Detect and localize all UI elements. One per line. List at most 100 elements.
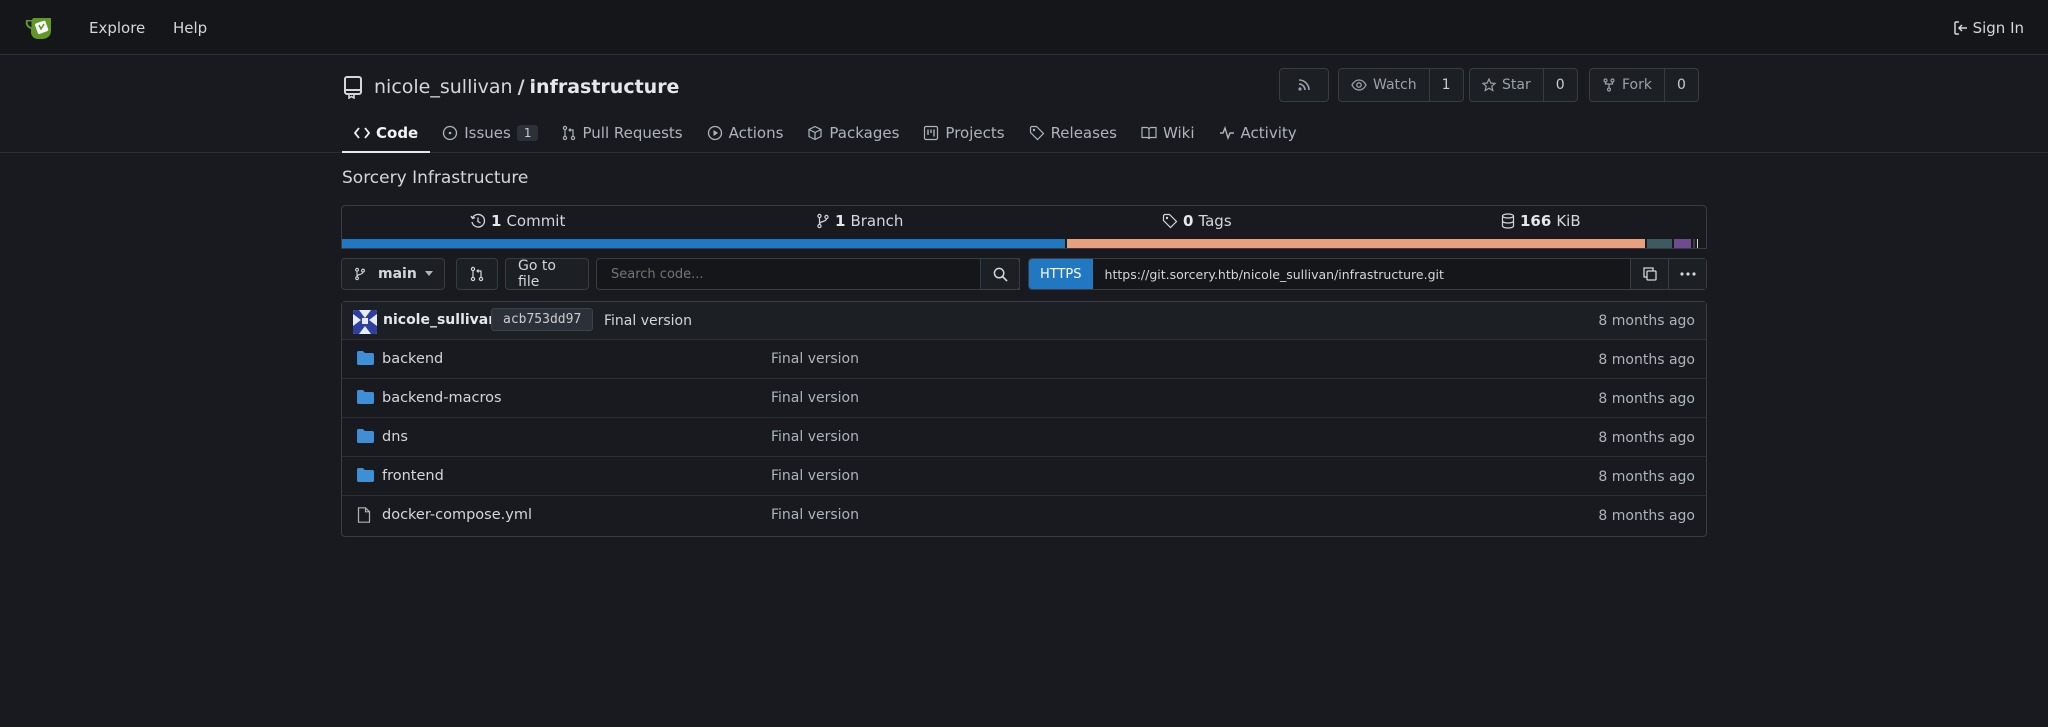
file-row[interactable]: docker-compose.yml Final version 8 month… xyxy=(342,496,1706,535)
file-name-link[interactable]: dns xyxy=(382,429,408,445)
file-commit-message[interactable]: Final version xyxy=(771,351,859,367)
search-code-input[interactable] xyxy=(596,258,1020,290)
file-commit-message[interactable]: Final version xyxy=(771,429,859,445)
commit-message-link[interactable]: Final version xyxy=(604,313,692,329)
copy-url-button[interactable] xyxy=(1630,259,1668,289)
file-row[interactable]: backend-macros Final version 8 months ag… xyxy=(342,379,1706,418)
star-icon xyxy=(1482,78,1496,92)
branch-selector[interactable]: main xyxy=(341,258,445,290)
tab-wiki[interactable]: Wiki xyxy=(1129,114,1207,151)
gitea-logo-icon[interactable] xyxy=(24,15,56,41)
commit-author-link[interactable]: nicole_sullivan xyxy=(383,312,498,328)
file-row[interactable]: dns Final version 8 months ago xyxy=(342,418,1706,457)
kebab-menu-icon xyxy=(1679,272,1696,276)
clone-url-field[interactable]: https://git.sorcery.htb/nicole_sullivan/… xyxy=(1093,267,1630,282)
tab-packages-label: Packages xyxy=(829,123,900,142)
folder-icon xyxy=(357,351,374,365)
star-label: Star xyxy=(1502,77,1531,93)
folder-icon xyxy=(357,468,374,482)
commit-sha-link[interactable]: acb753dd97 xyxy=(491,308,594,331)
branches-count: 1 xyxy=(835,212,846,230)
go-to-file-button[interactable]: Go to file xyxy=(505,258,589,290)
tags-count: 0 xyxy=(1183,212,1194,230)
file-commit-time: 8 months ago xyxy=(1598,508,1695,524)
more-options-button[interactable] xyxy=(1668,259,1706,289)
https-toggle[interactable]: HTTPS xyxy=(1029,259,1093,289)
tag-icon xyxy=(1162,213,1178,229)
repo-name-link[interactable]: infrastructure xyxy=(530,76,680,98)
nav-explore-link[interactable]: Explore xyxy=(89,19,145,37)
star-button[interactable]: Star 0 xyxy=(1469,68,1578,102)
file-name-link[interactable]: backend-macros xyxy=(382,390,502,406)
repo-owner-link[interactable]: nicole_sullivan xyxy=(374,76,513,98)
repo-stats-bar: 1 Commit 1 Branch 0 Tags 166 KiB xyxy=(341,205,1707,249)
language-bar-segment[interactable] xyxy=(1697,239,1701,248)
file-commit-message[interactable]: Final version xyxy=(771,390,859,406)
fork-label: Fork xyxy=(1622,77,1652,93)
code-icon xyxy=(354,126,370,139)
tab-activity-label: Activity xyxy=(1240,123,1297,142)
branches-stat[interactable]: 1 Branch xyxy=(816,212,903,230)
compare-branches-button[interactable] xyxy=(456,258,498,290)
search-button[interactable] xyxy=(980,258,1020,290)
file-commit-message[interactable]: Final version xyxy=(771,468,859,484)
nav-help-link[interactable]: Help xyxy=(173,19,207,37)
compare-icon xyxy=(470,266,484,282)
tab-pull-requests-label: Pull Requests xyxy=(582,123,683,142)
tab-code-label: Code xyxy=(376,123,419,142)
file-row[interactable]: backend Final version 8 months ago xyxy=(342,340,1706,379)
database-icon xyxy=(1501,213,1515,229)
watch-button[interactable]: Watch 1 xyxy=(1338,68,1464,102)
language-bar[interactable] xyxy=(342,239,1706,248)
watch-count[interactable]: 1 xyxy=(1428,69,1463,101)
tab-projects[interactable]: Projects xyxy=(911,114,1016,151)
commits-label: Commit xyxy=(506,212,566,230)
tab-activity[interactable]: Activity xyxy=(1207,114,1309,151)
chevron-down-icon xyxy=(424,271,433,277)
play-icon xyxy=(707,125,723,141)
top-navbar: Explore Help Sign In xyxy=(0,0,2048,55)
pull-request-icon xyxy=(562,125,576,141)
issues-count-badge: 1 xyxy=(516,124,539,141)
avatar[interactable] xyxy=(353,310,377,334)
project-icon xyxy=(923,125,939,141)
watch-label: Watch xyxy=(1373,77,1417,93)
fork-button[interactable]: Fork 0 xyxy=(1589,68,1699,102)
tab-code[interactable]: Code xyxy=(342,114,431,153)
repo-title: nicole_sullivan / infrastructure xyxy=(342,75,679,99)
clone-url-group: HTTPS https://git.sorcery.htb/nicole_sul… xyxy=(1028,258,1707,290)
file-commit-message[interactable]: Final version xyxy=(771,507,859,523)
file-commit-time: 8 months ago xyxy=(1598,430,1695,446)
fork-icon xyxy=(1602,78,1616,92)
language-bar-segment[interactable] xyxy=(342,239,1065,248)
language-bar-segment[interactable] xyxy=(1644,239,1672,248)
file-name-link[interactable]: backend xyxy=(382,351,443,367)
file-table: nicole_sullivan acb753dd97 Final version… xyxy=(341,301,1707,537)
rss-feed-button[interactable] xyxy=(1279,68,1329,102)
file-name-link[interactable]: docker-compose.yml xyxy=(382,507,532,523)
file-row[interactable]: frontend Final version 8 months ago xyxy=(342,457,1706,496)
tab-releases[interactable]: Releases xyxy=(1017,114,1129,151)
file-icon xyxy=(357,507,371,523)
language-bar-segment[interactable] xyxy=(1671,239,1691,248)
commits-stat[interactable]: 1 Commit xyxy=(470,212,565,230)
tab-actions-label: Actions xyxy=(728,123,784,142)
copy-icon xyxy=(1642,267,1657,281)
tab-pull-requests[interactable]: Pull Requests xyxy=(550,114,694,151)
commit-time: 8 months ago xyxy=(1598,313,1695,329)
size-value: 166 xyxy=(1520,212,1552,230)
sign-in-link[interactable]: Sign In xyxy=(1953,19,2024,37)
tab-packages[interactable]: Packages xyxy=(795,114,911,151)
star-count[interactable]: 0 xyxy=(1542,69,1577,101)
tab-actions[interactable]: Actions xyxy=(695,114,796,151)
rss-icon xyxy=(1297,78,1311,92)
folder-icon xyxy=(357,429,374,443)
file-name-link[interactable]: frontend xyxy=(382,468,444,484)
size-stat: 166 KiB xyxy=(1501,212,1581,230)
fork-count[interactable]: 0 xyxy=(1663,69,1698,101)
tab-issues[interactable]: Issues 1 xyxy=(430,114,550,151)
language-bar-segment[interactable] xyxy=(1064,239,1645,248)
tags-stat[interactable]: 0 Tags xyxy=(1162,212,1232,230)
latest-commit-row: nicole_sullivan acb753dd97 Final version… xyxy=(342,302,1706,340)
tags-label: Tags xyxy=(1198,212,1232,230)
